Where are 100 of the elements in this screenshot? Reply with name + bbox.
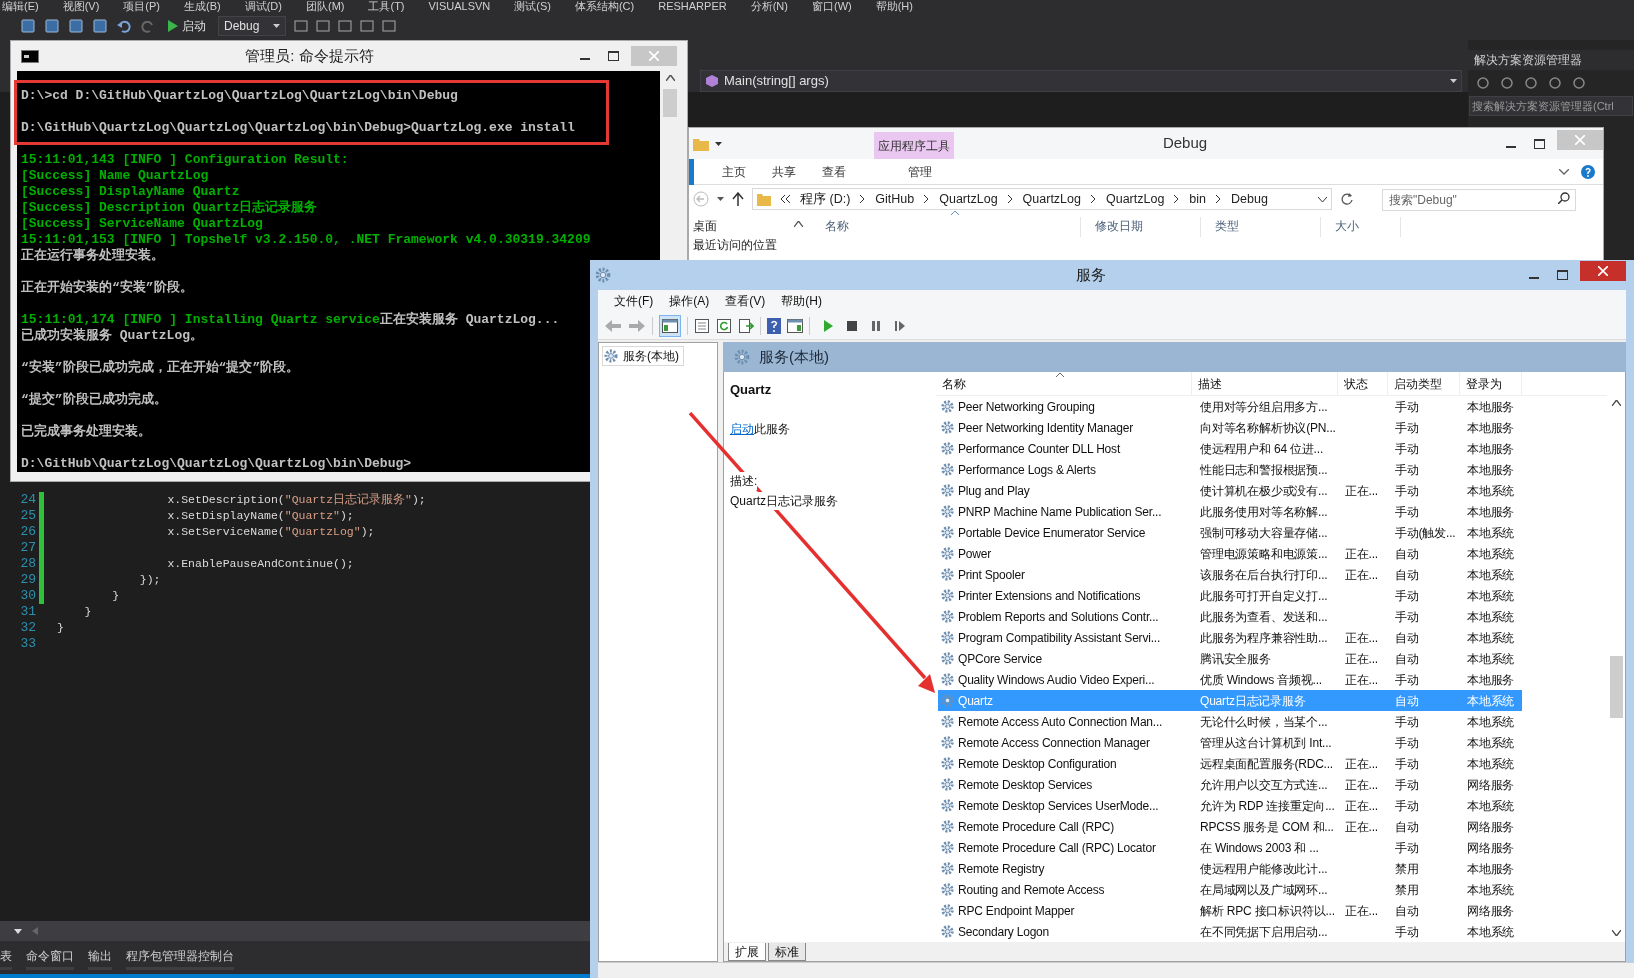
console-text: 15:11:01,153 [INFO ] Topshelf v3.2.150.0, .NET Framework v4.0.30319.34209: [21, 232, 591, 247]
menu-item[interactable]: 窗口(W): [811, 0, 852, 12]
console-tree-toggle[interactable]: [659, 314, 681, 337]
column-header[interactable]: 类型: [1201, 217, 1321, 237]
address-bar[interactable]: 程序 (D:) GitHub QuartzLog QuartzLog QuartzLog bin Debug: [752, 188, 1332, 210]
start-button[interactable]: 启动: [164, 16, 210, 36]
menu-item[interactable]: 测试(S): [514, 0, 551, 12]
menu-item[interactable]: 文件(F): [614, 292, 654, 310]
maximize-icon[interactable]: [608, 51, 619, 61]
stop-icon[interactable]: [846, 319, 858, 332]
up-arrow-icon[interactable]: [732, 192, 744, 206]
action-pane-icon[interactable]: [787, 318, 803, 333]
navigation-dropdown[interactable]: Main(string[] args): [700, 70, 1462, 92]
chevron-down-icon[interactable]: [1559, 168, 1569, 175]
breadcrumb[interactable]: GitHub: [875, 189, 915, 209]
breadcrumb[interactable]: 程序 (D:): [800, 189, 851, 209]
ribbon-tab[interactable]: 管理: [880, 158, 960, 185]
breadcrumb[interactable]: QuartzLog: [939, 189, 998, 209]
maximize-icon[interactable]: [1534, 138, 1545, 149]
menu-item[interactable]: 帮助(H): [875, 0, 913, 12]
chevron-down-icon: [1318, 196, 1327, 202]
nav-item[interactable]: 桌面: [693, 217, 811, 236]
menu-item[interactable]: 编辑(E): [2, 0, 39, 12]
panel-tab[interactable]: 输出: [88, 945, 112, 970]
toolbar-icon[interactable]: [294, 19, 309, 33]
view-tab[interactable]: 扩展: [728, 943, 766, 961]
search-field[interactable]: 搜索解决方案资源管理器(Ctrl: [1469, 96, 1633, 116]
breadcrumb[interactable]: bin: [1189, 189, 1207, 209]
toolbar-icon[interactable]: [360, 19, 375, 33]
dropdown-icon[interactable]: [14, 928, 22, 934]
menu-item[interactable]: 工具(T): [368, 0, 405, 12]
tree-item[interactable]: 服务(本地): [602, 346, 684, 366]
column-header[interactable]: 名称: [811, 217, 1081, 237]
scroll-up-icon[interactable]: [794, 221, 803, 227]
table-cell-text: Portable Device Enumerator Service: [958, 524, 1146, 542]
scroll-up-icon[interactable]: [1612, 400, 1621, 406]
maximize-icon[interactable]: [1557, 270, 1568, 280]
menu-item[interactable]: 操作(A): [669, 292, 710, 310]
line-number: 28: [19, 555, 36, 574]
breadcrumb[interactable]: QuartzLog: [1105, 189, 1165, 209]
pause-icon[interactable]: [870, 319, 882, 332]
menu-item[interactable]: 生成(B): [184, 0, 221, 12]
caret-icon[interactable]: [715, 141, 722, 146]
table-cell-text: 正在...: [1344, 818, 1379, 836]
menu-item[interactable]: 调试(D): [244, 0, 282, 12]
scrollbar-thumb[interactable]: [663, 89, 677, 117]
toolbar-icon[interactable]: [382, 19, 397, 33]
scroll-up-icon[interactable]: [665, 75, 675, 81]
panel-tab[interactable]: 命令窗口: [26, 945, 74, 970]
menu-item[interactable]: RESHARPER: [658, 0, 727, 12]
view-tab[interactable]: 标准: [768, 943, 806, 961]
play-icon[interactable]: [822, 319, 834, 332]
nav-item[interactable]: 最近访问的位置: [693, 236, 811, 255]
console-text: 正在开始安装的“安装”阶段。: [21, 280, 193, 295]
table-cell-text: 网络服务: [1466, 776, 1516, 794]
table-cell-text: 手动: [1394, 776, 1420, 794]
refresh-icon[interactable]: [1340, 192, 1354, 206]
redo-icon[interactable]: [140, 18, 156, 34]
refresh-icon[interactable]: [716, 317, 732, 334]
properties-icon[interactable]: [694, 317, 710, 334]
console-text: D:\GitHub\QuartzLog\QuartzLog\QuartzLog\bin\Debug>QuartzLog.exe install: [21, 120, 575, 135]
menu-item[interactable]: VISUALSVN: [428, 0, 491, 12]
ribbon-tab[interactable]: 主页: [714, 158, 754, 185]
panel-tab[interactable]: 程序包管理器控制台: [126, 945, 234, 970]
close-button[interactable]: [1580, 261, 1626, 281]
ribbon-tab[interactable]: 共享: [764, 158, 804, 185]
panel-tab[interactable]: 表: [0, 945, 12, 970]
column-header[interactable]: 修改日期: [1081, 217, 1201, 237]
configuration-dropdown[interactable]: Debug: [218, 16, 287, 36]
toolbar-icon[interactable]: [316, 19, 331, 33]
export-icon[interactable]: [738, 317, 754, 334]
line-number: 33: [19, 635, 36, 654]
menu-item[interactable]: 视图(V): [62, 0, 100, 12]
breadcrumb[interactable]: Debug: [1231, 189, 1268, 209]
menu-item[interactable]: 体系结构(C): [574, 0, 635, 12]
restart-icon[interactable]: [894, 319, 906, 332]
help-icon[interactable]: [767, 317, 781, 334]
ribbon-tab[interactable]: 查看: [814, 158, 854, 185]
gear-icon: [940, 546, 955, 561]
scroll-down-icon[interactable]: [1612, 930, 1621, 936]
undo-icon[interactable]: [116, 18, 132, 34]
scrollbar-thumb[interactable]: [1610, 656, 1623, 718]
table-cell-text: Routing and Remote Access: [958, 881, 1105, 899]
line-number: 25: [19, 507, 36, 526]
table-cell-text: 手动: [1394, 440, 1420, 458]
menu-item[interactable]: 分析(N): [750, 0, 788, 12]
menu-item[interactable]: 项目(P): [123, 0, 160, 12]
chevron-right-icon: [1090, 195, 1096, 203]
table-cell-text: Printer Extensions and Notifications: [958, 587, 1141, 605]
caret-icon[interactable]: [717, 197, 724, 201]
menu-item[interactable]: 团队(M): [305, 0, 345, 12]
toolbar-icon[interactable]: [338, 19, 353, 33]
file-tab[interactable]: [689, 158, 694, 185]
help-icon[interactable]: [1581, 164, 1595, 179]
menu-item[interactable]: 查看(V): [725, 292, 766, 310]
menu-item[interactable]: 帮助(H): [781, 292, 822, 310]
chevron-right-icon: [1174, 195, 1180, 203]
breadcrumb[interactable]: QuartzLog: [1022, 189, 1081, 209]
column-header[interactable]: 大小: [1321, 217, 1401, 237]
start-link[interactable]: 启动: [730, 421, 754, 436]
